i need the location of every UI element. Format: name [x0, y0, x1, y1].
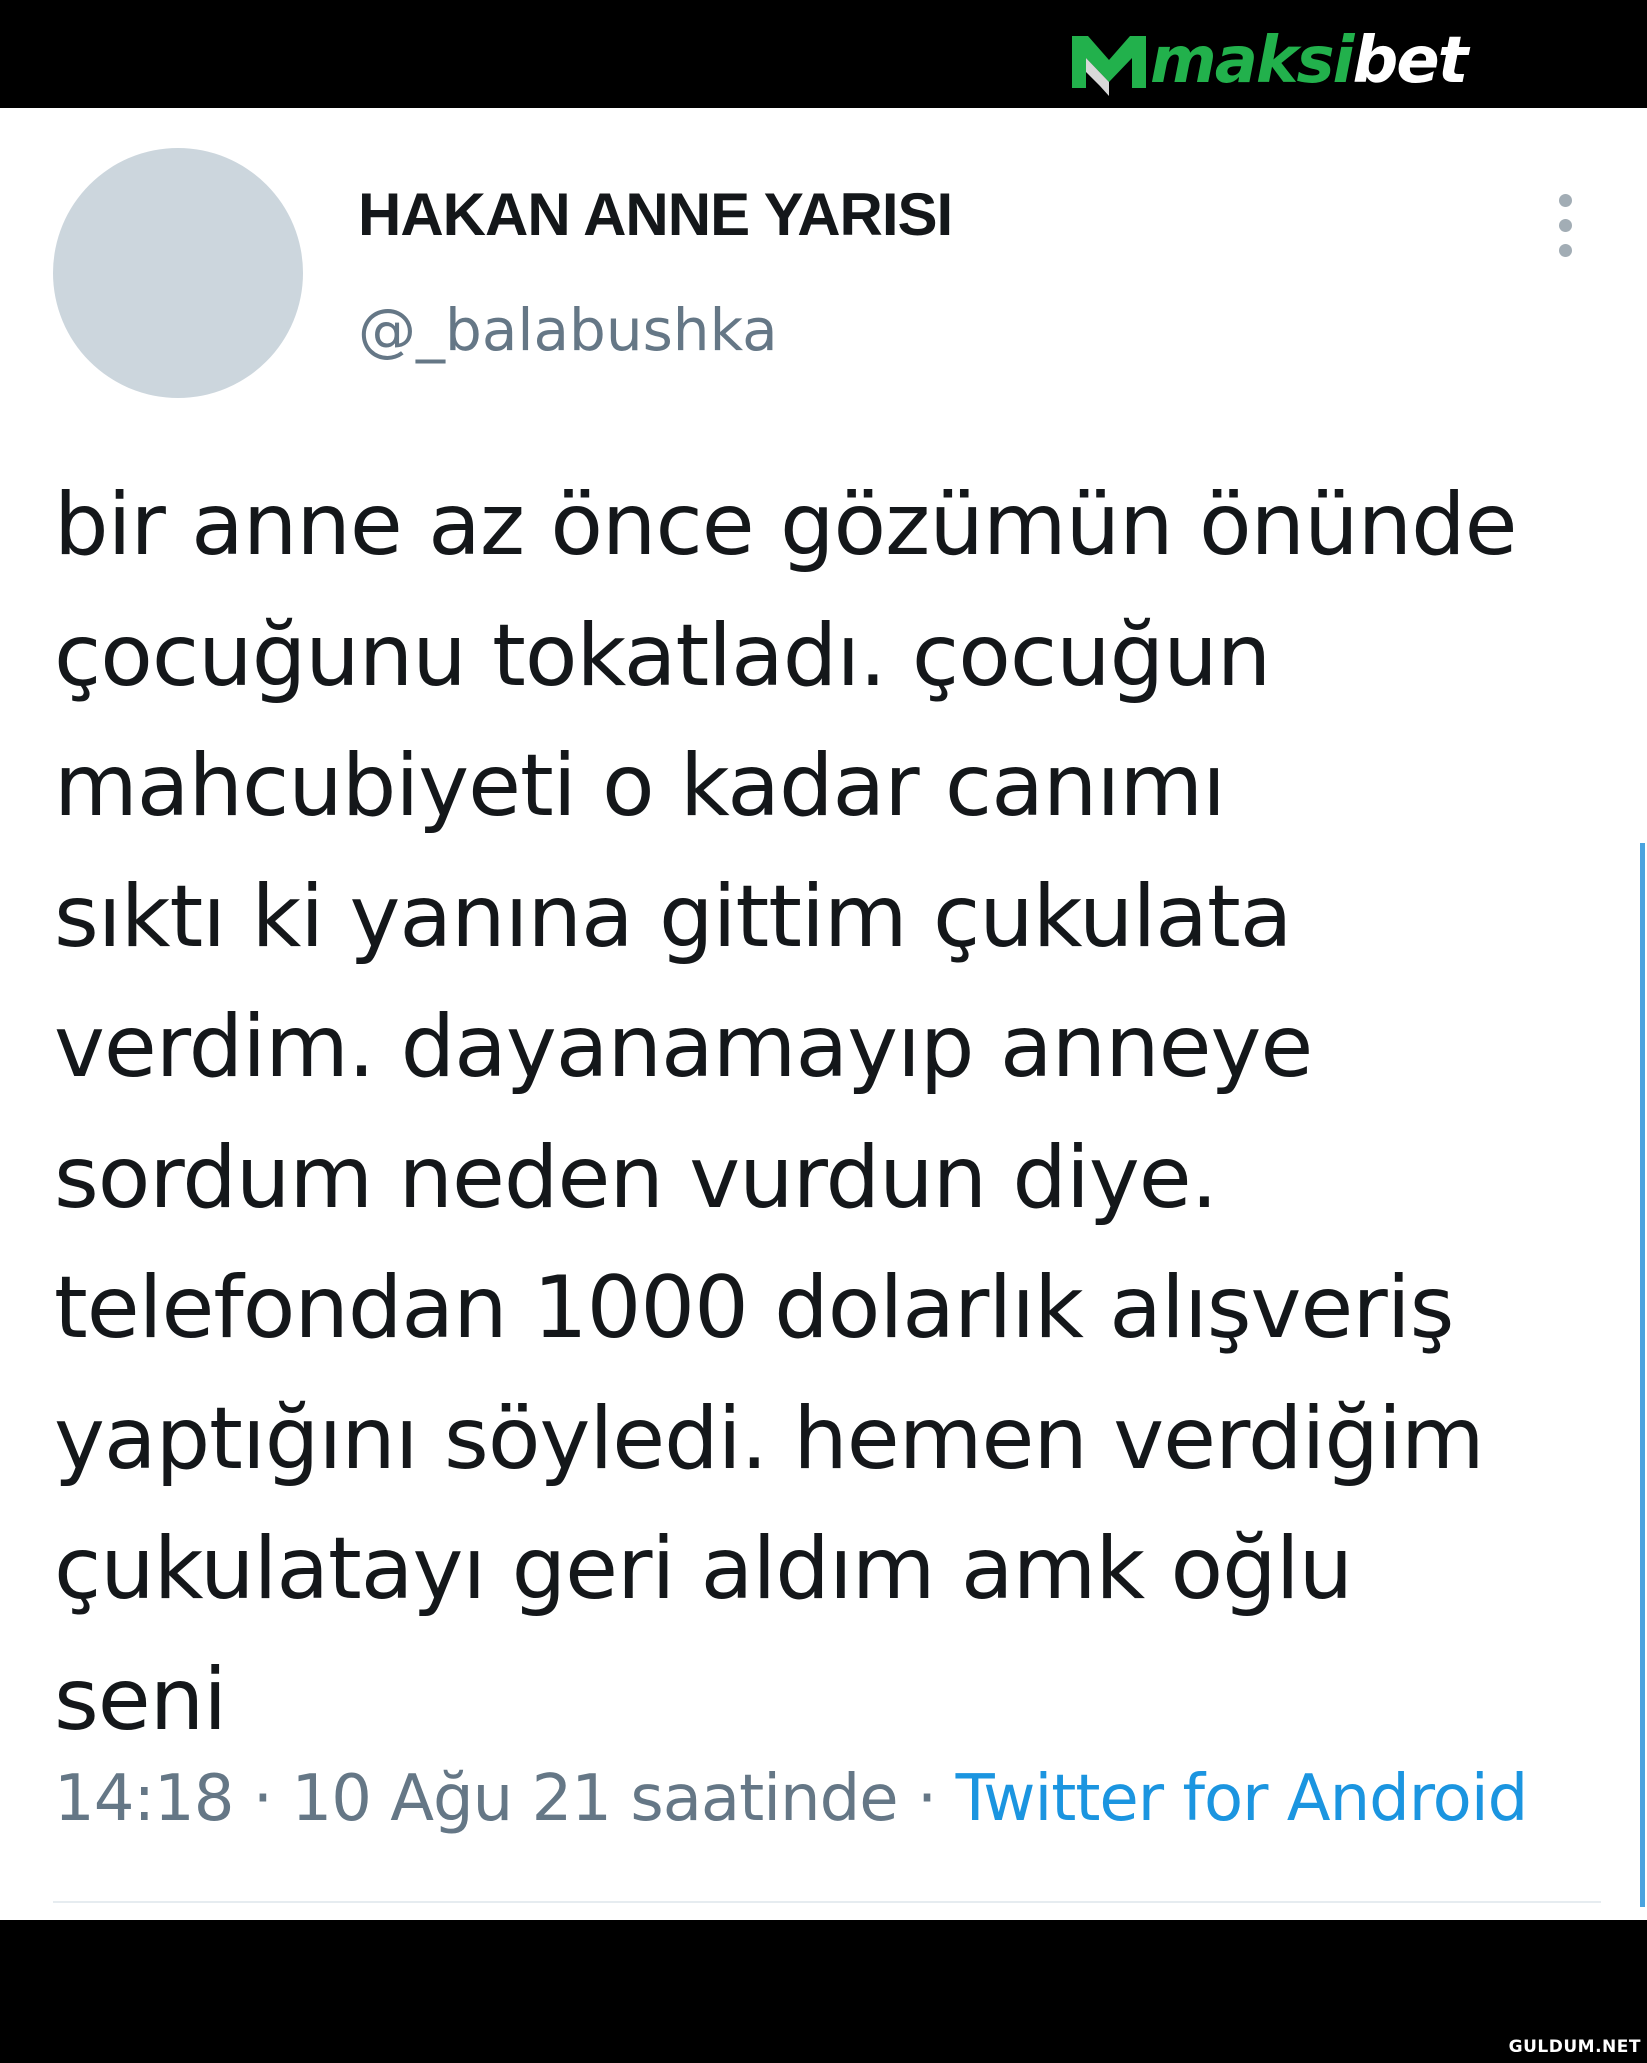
divider [53, 1901, 1601, 1903]
tweet-text-line: bir anne az önce gözümün önünde [54, 475, 1518, 575]
tweet-source-link[interactable]: Twitter for Android [956, 1762, 1529, 1836]
tweet-text-line: çocuğunu tokatladı. çocuğun [54, 605, 1271, 706]
tweet-text-line: seni [54, 1649, 227, 1750]
author-handle[interactable]: @_balabushka [358, 296, 778, 364]
meta-separator: · [233, 1762, 292, 1836]
author-display-name[interactable]: HAKAN ANNE YARISI [358, 180, 953, 249]
tweet-text: bir anne az önce gözümün önünde çocuğunu… [54, 460, 1634, 1765]
top-bar: maksibet [0, 0, 1647, 108]
bottom-bar: GULDUM.NET [0, 1920, 1647, 2063]
more-vertical-icon[interactable] [1545, 190, 1585, 260]
more-dot [1559, 194, 1572, 207]
tweet-date[interactable]: 10 Ağu 21 saatinde [291, 1762, 898, 1836]
logo-text-part2: bet [1352, 24, 1468, 98]
maksibet-logo: maksibet [1070, 22, 1468, 100]
tweet-meta: 14:18 · 10 Ağu 21 saatinde · Twitter for… [54, 1762, 1529, 1836]
scrollbar[interactable] [1640, 843, 1645, 1907]
more-dot [1559, 219, 1572, 232]
tweet-text-line: çukulatayı geri aldım amk oğlu [54, 1519, 1353, 1619]
tweet-text-line: sordum neden vurdun diye. [54, 1127, 1218, 1228]
tweet-card: HAKAN ANNE YARISI @_balabushka bir anne … [0, 108, 1647, 1920]
more-dot [1559, 244, 1572, 257]
maksibet-wordmark: maksibet [1150, 29, 1468, 93]
tweet-text-line: telefondan 1000 dolarlık alışveriş [54, 1258, 1454, 1358]
avatar[interactable] [53, 148, 303, 398]
maksibet-m-logo-icon [1070, 26, 1148, 96]
watermark: GULDUM.NET [1508, 2037, 1641, 2057]
tweet-text-line: mahcubiyeti o kadar canımı [54, 736, 1226, 836]
tweet-text-line: sıktı ki yanına gittim çukulata [54, 866, 1292, 967]
tweet-text-line: yaptığını söyledi. hemen verdiğim [54, 1388, 1485, 1489]
meta-separator: · [897, 1762, 956, 1836]
tweet-time[interactable]: 14:18 [54, 1762, 234, 1836]
logo-text-part1: maksi [1150, 24, 1354, 98]
tweet-text-line: verdim. dayanamayıp anneye [54, 997, 1313, 1097]
